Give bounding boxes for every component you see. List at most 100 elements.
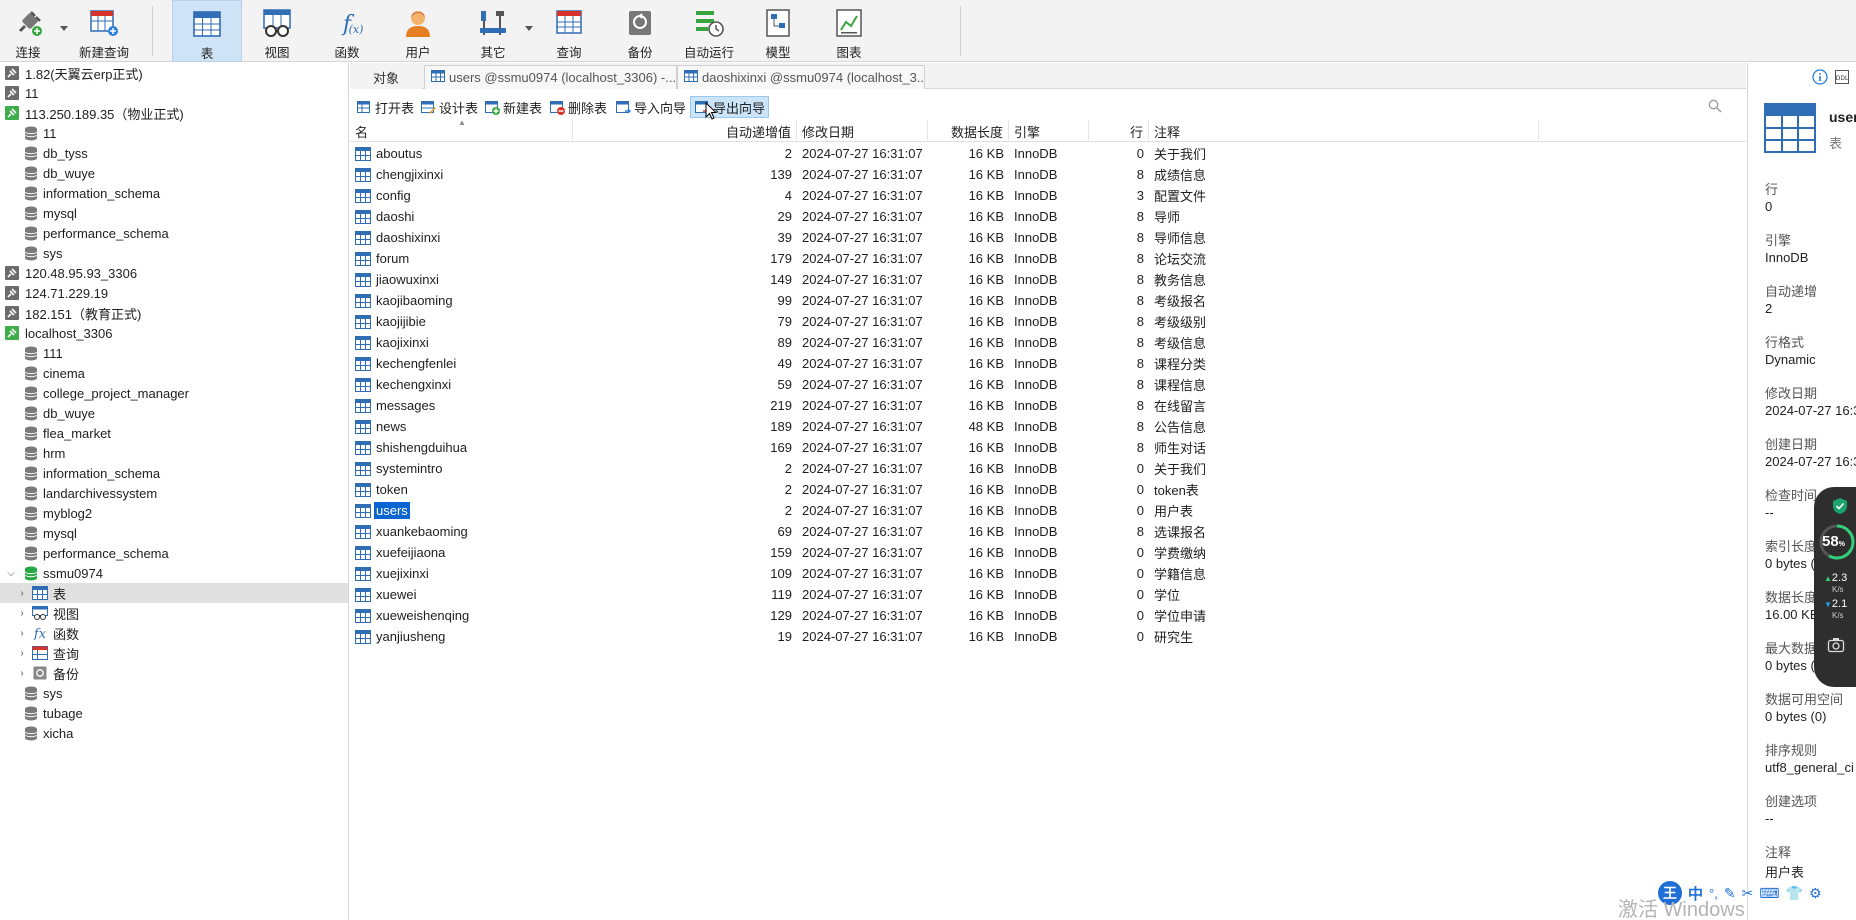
export-wizard-button[interactable]: 导出向导 (690, 96, 770, 118)
toolbar-table-button[interactable]: 表 (172, 0, 242, 62)
tree-item[interactable]: › fx 函数 (0, 623, 348, 643)
camera-icon[interactable] (1827, 637, 1845, 653)
tree-item[interactable]: 111 (0, 343, 348, 363)
tree-item[interactable]: 113.250.189.35（物业正式) (0, 103, 348, 123)
table-row[interactable]: kechengfenlei 49 2024-07-27 16:31:07 16 KB I… (350, 353, 1746, 374)
toolbar-chart-button[interactable]: 图表 (816, 0, 882, 62)
table-row[interactable]: chengjixinxi 139 2024-07-27 16:31:07 16 KB I… (350, 164, 1746, 185)
tree-item[interactable]: college_project_manager (0, 383, 348, 403)
toolbar-query-button[interactable]: 查询 (536, 0, 602, 62)
tree-item[interactable]: db_tyss (0, 143, 348, 163)
chevron-right-icon[interactable]: › (16, 647, 28, 659)
table-row[interactable]: shishengduihua 169 2024-07-27 16:31:07 16 K… (350, 437, 1746, 458)
column-header-engine[interactable]: 引擎 (1009, 120, 1089, 142)
column-header-data-length[interactable]: 数据长度 (928, 120, 1009, 142)
toolbar-schedule-button[interactable]: 自动运行 (676, 0, 742, 62)
toolbar-plug-button[interactable]: 连接 (0, 0, 56, 62)
tree-item[interactable]: flea_market (0, 423, 348, 443)
chevron-down-icon[interactable]: ⌵ (5, 567, 17, 579)
tree-item[interactable]: sys (0, 243, 348, 263)
table-row[interactable]: daoshi 29 2024-07-27 16:31:07 16 KB InnoDB 8 导… (350, 206, 1746, 227)
chevron-right-icon[interactable]: › (16, 627, 28, 639)
table-row[interactable]: messages 219 2024-07-27 16:31:07 16 KB InnoD… (350, 395, 1746, 416)
table-row[interactable]: users 2 2024-07-27 16:31:07 16 KB InnoDB 0 用户表 (350, 500, 1746, 521)
new-table-button[interactable]: 新建表 (484, 96, 542, 118)
tree-item[interactable]: › 备份 (0, 663, 348, 683)
connection-tree[interactable]: 1.82(天翼云erp正式) 11 113.250.189.35（物业正式) 11 db… (0, 63, 349, 920)
table-row[interactable]: xuejixinxi 109 2024-07-27 16:31:07 16 KB Inn… (350, 563, 1746, 584)
tree-item[interactable]: landarchivessystem (0, 483, 348, 503)
design-table-button[interactable]: 设计表 (420, 96, 478, 118)
import-wizard-button[interactable]: 导入向导 (615, 96, 686, 118)
table-list-grid[interactable]: 名 自动递增值 修改日期 数据长度 引擎 行 注释 ▲ aboutus 2 2024… (350, 118, 1746, 920)
toolbar-new-query-button[interactable]: 新建查询 (66, 0, 142, 62)
table-row[interactable]: yanjiusheng 19 2024-07-27 16:31:07 16 KB Inn… (350, 626, 1746, 647)
column-header-modified-date[interactable]: 修改日期 (797, 120, 928, 142)
toolbar-function-button[interactable]: f (x) 函数 (312, 0, 382, 62)
table-row[interactable]: kaojijibie 79 2024-07-27 16:31:07 16 KB Inno… (350, 311, 1746, 332)
table-row[interactable]: token 2 2024-07-27 16:31:07 16 KB InnoDB 0 tok… (350, 479, 1746, 500)
chevron-right-icon[interactable]: › (16, 607, 28, 619)
toolbar-user-button[interactable]: 用户 (382, 0, 454, 62)
table-row[interactable]: kaojixinxi 89 2024-07-27 16:31:07 16 KB Inno… (350, 332, 1746, 353)
table-row[interactable]: xuefeijiaona 159 2024-07-27 16:31:07 16 KB I… (350, 542, 1746, 563)
tree-item[interactable]: 11 (0, 123, 348, 143)
tree-item[interactable]: db_wuye (0, 403, 348, 423)
tree-item[interactable]: mysql (0, 523, 348, 543)
ddl-icon[interactable]: DDL (1834, 69, 1850, 85)
table-row[interactable]: news 189 2024-07-27 16:31:07 48 KB InnoDB 8 公告… (350, 416, 1746, 437)
delete-table-button[interactable]: 删除表 (549, 96, 607, 118)
tree-item[interactable]: cinema (0, 363, 348, 383)
tree-item[interactable]: › 视图 (0, 603, 348, 623)
table-row[interactable]: forum 179 2024-07-27 16:31:07 16 KB InnoDB 8 论… (350, 248, 1746, 269)
column-header-auto-increment[interactable]: 自动递增值 (573, 120, 797, 142)
toolbar-model-button[interactable]: 模型 (746, 0, 810, 62)
tree-item[interactable]: 182.151（教育正式) (0, 303, 348, 323)
table-row[interactable]: daoshixinxi 39 2024-07-27 16:31:07 16 KB Inn… (350, 227, 1746, 248)
ime-skin-icon[interactable]: 👕 (1786, 885, 1803, 902)
table-row[interactable]: systemintro 2 2024-07-27 16:31:07 16 KB Inno… (350, 458, 1746, 479)
table-row[interactable]: config 4 2024-07-27 16:31:07 16 KB InnoDB 3 配置… (350, 185, 1746, 206)
table-row[interactable]: xueweishenqing 129 2024-07-27 16:31:07 16 K… (350, 605, 1746, 626)
tab-objects[interactable]: 对象 (350, 65, 422, 89)
tree-item[interactable]: xicha (0, 723, 348, 743)
tab-daoshixinxi-table[interactable]: daoshixinxi @ssmu0974 (localhost_3... (677, 65, 925, 89)
info-icon[interactable] (1812, 69, 1828, 85)
search-icon[interactable] (1708, 99, 1722, 113)
tree-item[interactable]: ⌵ ssmu0974 (0, 563, 348, 583)
table-row[interactable]: kaojibaoming 99 2024-07-27 16:31:07 16 KB In… (350, 290, 1746, 311)
tab-users-table[interactable]: users @ssmu0974 (localhost_3306) -... (424, 65, 677, 89)
ime-settings-icon[interactable]: ⚙ (1809, 885, 1822, 902)
tree-item[interactable]: › 查询 (0, 643, 348, 663)
toolbar-tools-button[interactable]: 其它 (454, 0, 532, 62)
table-row[interactable]: kechengxinxi 59 2024-07-27 16:31:07 16 KB In… (350, 374, 1746, 395)
tree-item[interactable]: 120.48.95.93_3306 (0, 263, 348, 283)
column-header-rows[interactable]: 行 (1089, 120, 1149, 142)
tree-item[interactable]: localhost_3306 (0, 323, 348, 343)
dropdown-arrow-icon[interactable] (60, 26, 68, 31)
tree-item[interactable]: myblog2 (0, 503, 348, 523)
tree-item[interactable]: db_wuye (0, 163, 348, 183)
open-table-button[interactable]: 打开表 (356, 96, 414, 118)
table-row[interactable]: jiaowuxinxi 149 2024-07-27 16:31:07 16 KB In… (350, 269, 1746, 290)
tree-item[interactable]: performance_schema (0, 223, 348, 243)
tree-item[interactable]: information_schema (0, 183, 348, 203)
table-row[interactable]: xuankebaoming 69 2024-07-27 16:31:07 16 KB I… (350, 521, 1746, 542)
table-row[interactable]: xuewei 119 2024-07-27 16:31:07 16 KB InnoDB 0… (350, 584, 1746, 605)
chevron-right-icon[interactable]: › (16, 587, 28, 599)
tree-item[interactable]: 124.71.229.19 (0, 283, 348, 303)
tree-item[interactable]: information_schema (0, 463, 348, 483)
tree-item[interactable]: sys (0, 683, 348, 703)
tree-item[interactable]: mysql (0, 203, 348, 223)
toolbar-view-button[interactable]: 视图 (242, 0, 312, 62)
tree-item[interactable]: tubage (0, 703, 348, 723)
tree-item[interactable]: 1.82(天翼云erp正式) (0, 63, 348, 83)
toolbar-backup-button[interactable]: 备份 (604, 0, 676, 62)
tree-item[interactable]: performance_schema (0, 543, 348, 563)
network-speed-widget[interactable]: 58% ▲2.3 K/s ▼2.1 K/s (1814, 487, 1856, 687)
chevron-right-icon[interactable]: › (16, 667, 28, 679)
tree-item[interactable]: › 表 (0, 583, 348, 603)
ime-keyboard-icon[interactable]: ⌨ (1759, 885, 1779, 902)
tree-item[interactable]: hrm (0, 443, 348, 463)
dropdown-arrow-icon[interactable] (525, 26, 533, 31)
